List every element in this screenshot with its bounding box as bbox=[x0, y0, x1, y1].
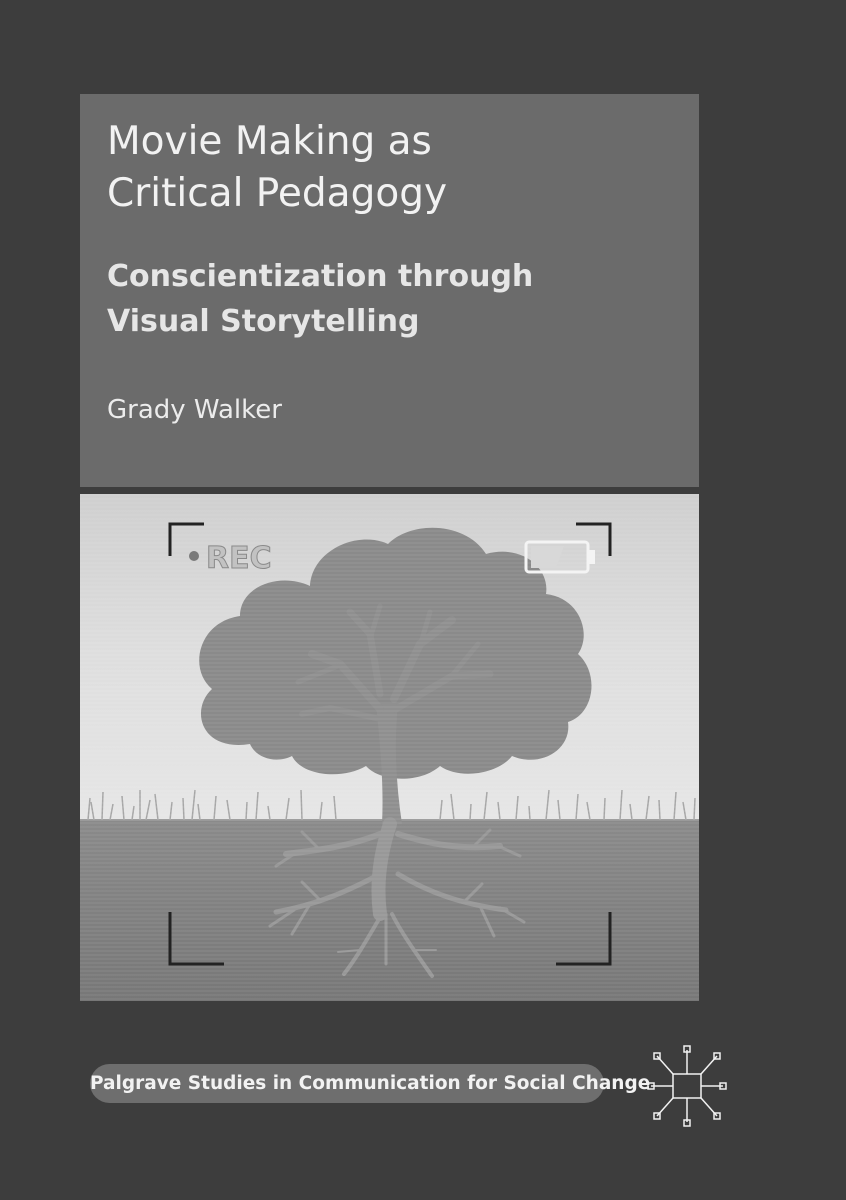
rec-dot-icon bbox=[189, 551, 199, 561]
book-subtitle-line-1: Conscientization through bbox=[107, 259, 534, 294]
book-title-line-2: Critical Pedagogy bbox=[107, 171, 448, 216]
book-subtitle-line-2: Visual Storytelling bbox=[107, 304, 420, 339]
book-subtitle: Conscientization through Visual Storytel… bbox=[107, 254, 667, 344]
book-title-line-1: Movie Making as bbox=[107, 119, 432, 164]
series-badge: Palgrave Studies in Communication for So… bbox=[90, 1064, 650, 1103]
cover-illustration: REC bbox=[80, 494, 699, 1001]
book-title: Movie Making as Critical Pedagogy bbox=[107, 116, 667, 220]
rec-label: REC bbox=[206, 541, 272, 576]
title-panel: Movie Making as Critical Pedagogy Consci… bbox=[80, 94, 699, 487]
palgrave-logo-icon bbox=[647, 1045, 727, 1127]
tree-viewfinder-illustration: REC bbox=[80, 494, 699, 1001]
book-author: Grady Walker bbox=[107, 395, 282, 425]
